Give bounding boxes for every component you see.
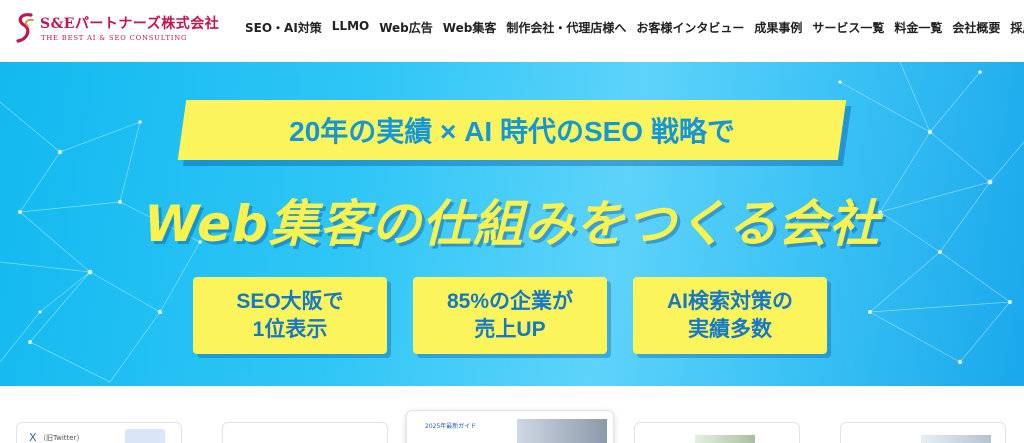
nav-item-llmo[interactable]: LLMO (327, 19, 374, 36)
achievement-badge-sales-up: 85%の企業が 売上UP (413, 277, 607, 354)
badge-line: 1位表示 (252, 317, 328, 341)
company-name: S&Eパートナーズ株式会社 (40, 16, 220, 32)
company-tagline: THE BEST AI & SEO CONSULTING (41, 34, 188, 42)
badge-line: AI検索対策の (667, 290, 793, 314)
nav-item-case-studies[interactable]: 成果事例 (749, 19, 807, 36)
hero-tagline: 20年の実績 × AI 時代のSEO 戦略で (289, 116, 735, 147)
x-logo-icon: X (29, 431, 37, 443)
article-card-strip: X （旧Twitter） 2025年最新ガイド (0, 405, 1024, 443)
card-thumbnail (517, 419, 607, 443)
main-nav: SEO・AI対策 LLMO Web広告 Web集客 制作会社・代理店様へ お客様… (240, 19, 1024, 36)
article-card[interactable] (222, 422, 388, 443)
nav-item-web-marketing[interactable]: Web集客 (438, 19, 502, 36)
article-card[interactable] (840, 422, 1006, 443)
logo-mark-icon (16, 13, 34, 43)
card-tag: （旧Twitter） (39, 434, 84, 442)
badge-line: SEO大阪で (236, 290, 344, 314)
achievement-badge-ai-search: AI検索対策の 実績多数 (633, 277, 827, 354)
article-card-featured[interactable]: 2025年最新ガイド (406, 410, 614, 443)
nav-item-web-ads[interactable]: Web広告 (374, 19, 438, 36)
nav-item-services[interactable]: サービス一覧 (807, 19, 889, 36)
nav-item-pricing[interactable]: 料金一覧 (889, 19, 947, 36)
hero-headline: Web集客の仕組みをつくる会社 (144, 195, 880, 253)
hero-banner: 20年の実績 × AI 時代のSEO 戦略で Web集客の仕組みをつくる会社 S… (0, 62, 1024, 386)
nav-item-careers[interactable]: 採用情報 (1005, 19, 1024, 36)
nav-item-company[interactable]: 会社概要 (947, 19, 1005, 36)
site-header: S&Eパートナーズ株式会社 THE BEST AI & SEO CONSULTI… (0, 0, 1024, 60)
card-thumbnail (921, 435, 991, 443)
achievement-badge-seo-osaka: SEO大阪で 1位表示 (193, 277, 387, 354)
article-card[interactable] (634, 422, 800, 443)
card-thumbnail (695, 435, 755, 443)
nav-item-interviews[interactable]: お客様インタビュー (631, 19, 749, 36)
article-card[interactable]: X （旧Twitter） (16, 422, 182, 443)
card-tag: 2025年最新ガイド (425, 423, 477, 430)
badge-line: 売上UP (474, 317, 546, 341)
badge-line: 実績多数 (688, 317, 772, 341)
company-logo[interactable]: S&Eパートナーズ株式会社 THE BEST AI & SEO CONSULTI… (14, 9, 219, 49)
nav-item-seo-ai[interactable]: SEO・AI対策 (240, 19, 327, 36)
badge-line: 85%の企業が (446, 290, 574, 314)
nav-item-agencies[interactable]: 制作会社・代理店様へ (501, 19, 631, 36)
card-thumbnail (125, 429, 165, 443)
